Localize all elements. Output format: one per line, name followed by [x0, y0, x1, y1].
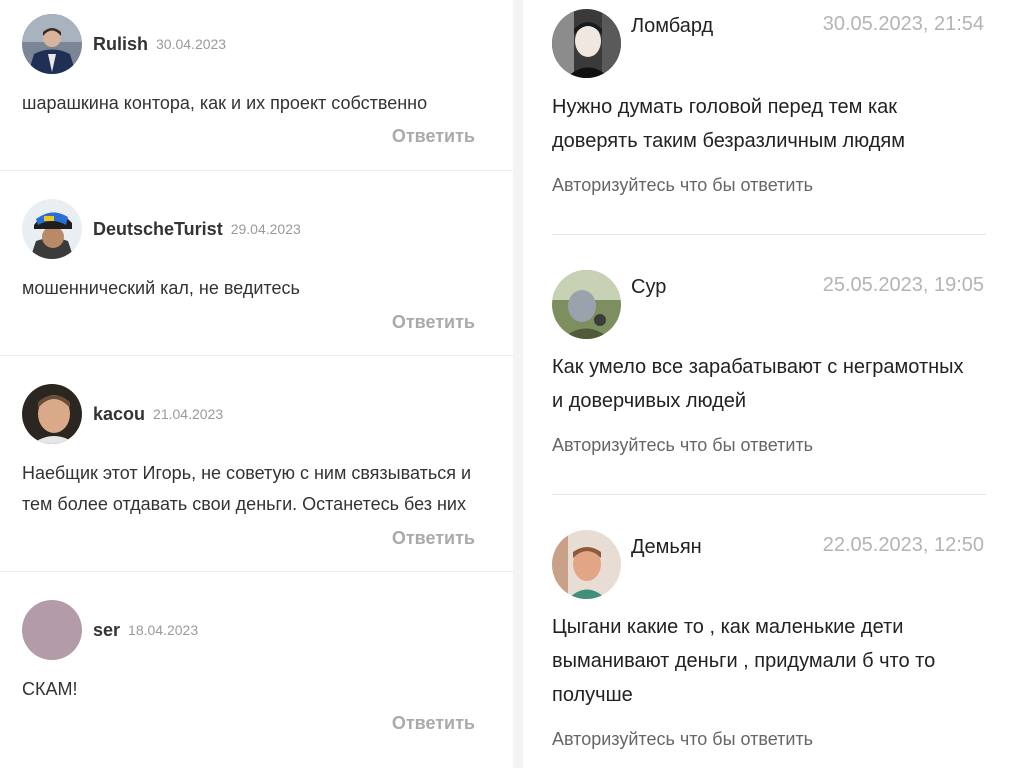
comment-header: Rulish 30.04.2023 [22, 14, 226, 74]
comment-text: СКАМ! [22, 679, 78, 699]
comment-text: Нужно думать головой перед тем как довер… [552, 96, 905, 152]
avatar [552, 530, 621, 599]
comment-date: 30.05.2023, 21:54 [822, 13, 984, 35]
reply-button[interactable]: Ответить [392, 713, 475, 734]
avatar [22, 600, 82, 660]
right-comments-panel: Ломбард 30.05.2023, 21:54 Нужно думать г… [523, 0, 1024, 768]
login-to-reply-link[interactable]: Авторизуйтесь что бы ответить [552, 175, 813, 196]
comment-item: Сур 25.05.2023, 19:05 Как умело все зара… [552, 235, 986, 495]
comment-author: Сур [631, 276, 667, 298]
comment-item: Демьян 22.05.2023, 12:50 Цыгани какие то… [552, 495, 986, 768]
comment-item: ser 18.04.2023 СКАМ! Ответить [0, 572, 513, 768]
comment-author: Rulish [93, 33, 149, 54]
comment-item: Ломбард 30.05.2023, 21:54 Нужно думать г… [552, 0, 986, 235]
avatar [552, 270, 621, 339]
comment-text: мошеннический кал, не ведитесь [22, 278, 300, 298]
comment-text: Наебщик этот Игорь, не советую с ним свя… [22, 463, 472, 514]
comment-author: kacou [93, 403, 146, 424]
comment-date: 18.04.2023 [128, 622, 199, 638]
comment-text: Цыгани какие то , как маленькие дети вым… [552, 616, 936, 706]
avatar [22, 199, 82, 259]
comment-date: 21.04.2023 [153, 406, 224, 422]
login-to-reply-link[interactable]: Авторизуйтесь что бы ответить [552, 729, 813, 750]
comment-author: DeutscheTurist [93, 218, 223, 239]
reply-button[interactable]: Ответить [392, 312, 475, 333]
comment-text: шарашкина контора, как и их проект собст… [22, 93, 428, 113]
comment-date: 25.05.2023, 19:05 [822, 274, 984, 296]
comment-date: 29.04.2023 [230, 221, 301, 237]
comment-header: DeutscheTurist 29.04.2023 [22, 199, 301, 259]
comment-item: Rulish 30.04.2023 шарашкина контора, как… [0, 0, 513, 171]
comment-author: Демьян [631, 536, 702, 558]
comment-date: 30.04.2023 [156, 36, 227, 52]
comment-date: 22.05.2023, 12:50 [822, 534, 984, 556]
avatar [552, 9, 621, 78]
avatar [22, 14, 82, 74]
comment-header: kacou 21.04.2023 [22, 384, 223, 444]
comment-author: Ломбард [631, 15, 714, 37]
reply-button[interactable]: Ответить [392, 528, 475, 549]
reply-button[interactable]: Ответить [392, 126, 475, 147]
comment-text: Как умело все зарабатывают с неграмотных… [552, 356, 964, 412]
login-to-reply-link[interactable]: Авторизуйтесь что бы ответить [552, 435, 813, 456]
comment-author: ser [93, 619, 121, 640]
comment-header: ser 18.04.2023 [22, 600, 198, 660]
panel-gap [513, 0, 523, 768]
left-comments-panel: Rulish 30.04.2023 шарашкина контора, как… [0, 0, 513, 768]
avatar [22, 384, 82, 444]
comment-item: DeutscheTurist 29.04.2023 мошеннический … [0, 171, 513, 356]
comment-item: kacou 21.04.2023 Наебщик этот Игорь, не … [0, 356, 513, 572]
